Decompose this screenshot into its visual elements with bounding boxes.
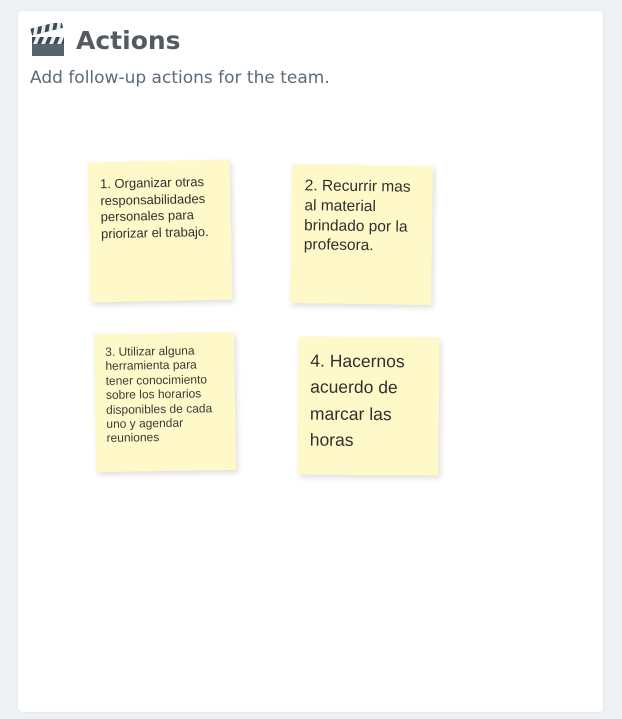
sticky-note[interactable]: 3. Utilizar alguna herramienta para tene… — [93, 331, 237, 473]
sticky-note[interactable]: 1. Organizar otras responsabilidades per… — [87, 159, 233, 303]
actions-panel: Actions Add follow-up actions for the te… — [18, 11, 603, 712]
page-title: Actions — [76, 25, 181, 55]
sticky-note[interactable]: 2. Recurrir mas al material brindado por… — [290, 164, 433, 305]
sticky-note[interactable]: 4. Hacernos acuerdo de marcar las horas — [297, 336, 440, 476]
page-subtitle: Add follow-up actions for the team. — [30, 68, 330, 88]
panel-header: Actions — [30, 23, 181, 57]
clapperboard-icon — [30, 23, 64, 56]
